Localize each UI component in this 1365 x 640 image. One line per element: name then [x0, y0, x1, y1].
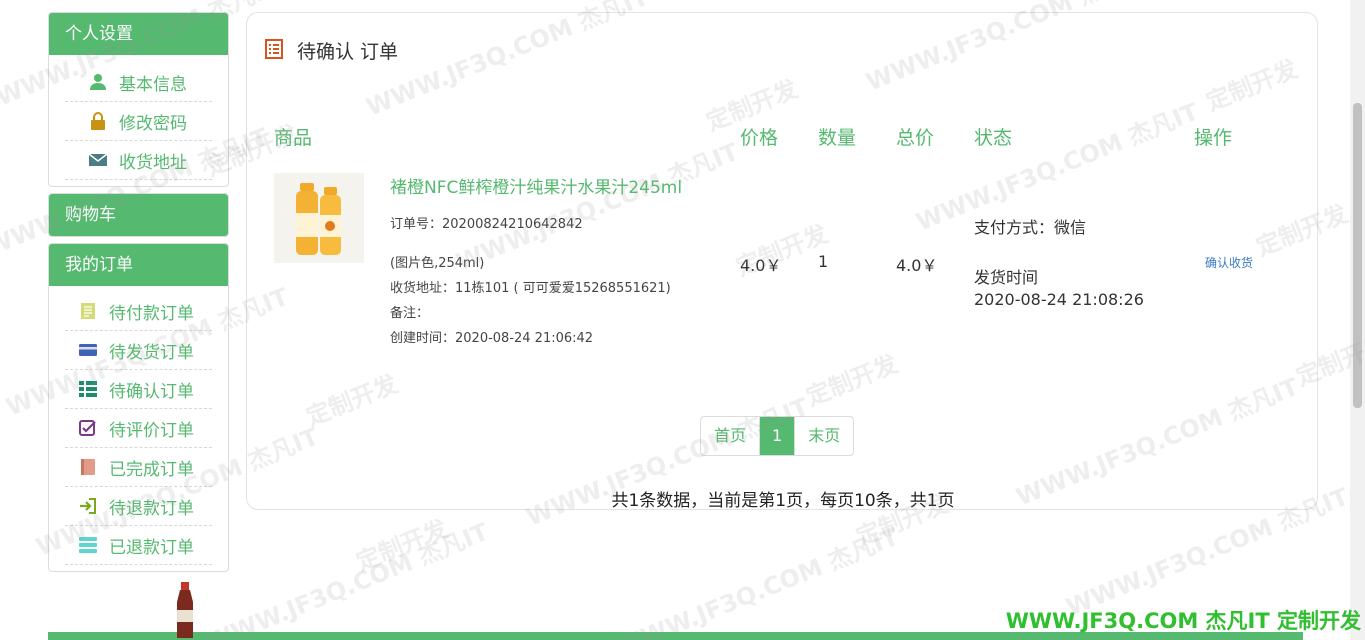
sidebar-item-label: 待退款订单	[109, 498, 194, 519]
sidebar-item-label: 已退款订单	[109, 537, 194, 558]
personal-settings-heading: 个人设置	[49, 13, 228, 55]
payment-method: 支付方式：微信	[974, 218, 1087, 237]
pagination-summary: 共1条数据，当前是第1页，每页10条，共1页	[611, 491, 955, 511]
sidebar-item-basic-info[interactable]: 基本信息	[65, 63, 212, 102]
column-header-price: 价格	[740, 127, 779, 149]
check-square-icon	[79, 419, 97, 437]
sidebar-item-pending-review[interactable]: 待评价订单	[65, 409, 212, 448]
sidebar-item-label: 收货地址	[119, 152, 187, 173]
product-name-link[interactable]: 褚橙NFC鲜榨橙汁纯果汁水果汁245ml	[390, 173, 682, 198]
sidebar-item-change-password[interactable]: 修改密码	[65, 102, 212, 141]
scrollbar-thumb[interactable]	[1353, 103, 1362, 408]
item-quantity: 1	[818, 252, 829, 271]
page-scrollbar[interactable]	[1350, 0, 1365, 640]
pagination: 首页 1 末页	[700, 416, 855, 456]
my-orders-heading: 我的订单	[49, 244, 228, 286]
sidebar-item-shipping-address[interactable]: 收货地址	[65, 141, 212, 180]
cart-panel[interactable]: 购物车	[48, 193, 229, 237]
list-icon	[79, 380, 97, 398]
watermark-text: WWW.JF3Q.COM 杰凡IT	[202, 517, 493, 640]
orders-main-panel: 待确认 订单 商品 价格 数量 总价 状态 操作 褚橙NFC鲜榨橙汁纯果汁水果汁…	[246, 12, 1318, 511]
credit-card-icon	[79, 341, 97, 359]
ship-time-label: 发货时间	[974, 268, 1039, 287]
column-header-quantity: 数量	[818, 127, 857, 149]
bottle-decoration	[170, 582, 200, 640]
item-total: 4.0￥	[896, 256, 938, 275]
column-header-action: 操作	[1194, 127, 1233, 149]
confirm-receipt-link[interactable]: 确认收货	[1205, 254, 1253, 271]
watermark-text: 定制开发	[352, 514, 452, 577]
sidebar-item-pending-payment[interactable]: 待付款订单	[65, 292, 212, 331]
sidebar-item-label: 待付款订单	[109, 303, 194, 324]
page-title: 待确认 订单	[265, 37, 398, 64]
envelope-icon	[89, 151, 107, 169]
pager-last-button[interactable]: 末页	[795, 417, 853, 455]
sidebar-item-label: 修改密码	[119, 113, 187, 134]
document-icon	[79, 302, 97, 320]
cart-heading[interactable]: 购物车	[49, 194, 228, 236]
sidebar-item-pending-shipment[interactable]: 待发货订单	[65, 331, 212, 370]
stack-icon	[79, 536, 97, 554]
pager-first-button[interactable]: 首页	[701, 417, 761, 455]
sidebar-item-label: 待评价订单	[109, 420, 194, 441]
column-header-status: 状态	[974, 127, 1013, 149]
sidebar-item-label: 基本信息	[119, 74, 187, 95]
product-spec: (图片色,254ml)	[390, 256, 485, 271]
sidebar-item-refunded[interactable]: 已退款订单	[65, 526, 212, 565]
my-orders-panel: 我的订单 待付款订单 待发货订单 待确认订单 待评价订单 已完成订单 待退款订单…	[48, 243, 229, 572]
ship-time-value: 2020-08-24 21:08:26	[974, 290, 1144, 309]
column-header-product: 商品	[274, 127, 313, 149]
sidebar-item-completed[interactable]: 已完成订单	[65, 448, 212, 487]
order-number: 订单号：20200824210642842	[390, 217, 583, 232]
pager-current-page[interactable]: 1	[760, 417, 796, 455]
item-price: 4.0￥	[740, 256, 782, 275]
column-header-total: 总价	[896, 127, 935, 149]
sidebar-item-label: 待发货订单	[109, 342, 194, 363]
order-remark: 备注：	[390, 306, 430, 321]
lock-icon	[89, 112, 107, 130]
list-alt-icon	[265, 38, 283, 63]
sidebar-item-pending-refund[interactable]: 待退款订单	[65, 487, 212, 526]
product-image[interactable]	[274, 173, 364, 263]
brand-watermark: WWW.JF3Q.COM 杰凡IT 定制开发	[1005, 609, 1361, 633]
sidebar: 个人设置 基本信息 修改密码 收货地址 购物车 我的订单 待付款订单 待发货订单…	[48, 12, 229, 578]
order-created-time: 创建时间：2020-08-24 21:06:42	[390, 331, 594, 346]
sidebar-item-pending-confirm[interactable]: 待确认订单	[65, 370, 212, 409]
sidebar-item-label: 待确认订单	[109, 381, 194, 402]
sidebar-item-label: 已完成订单	[109, 459, 194, 480]
watermark-text: WWW.JF3Q.COM 杰凡IT	[612, 522, 903, 640]
book-icon	[79, 458, 97, 476]
user-icon	[89, 73, 107, 91]
sign-in-icon	[79, 497, 97, 515]
page-title-text: 待确认 订单	[297, 41, 399, 63]
personal-settings-panel: 个人设置 基本信息 修改密码 收货地址	[48, 12, 229, 187]
shipping-address: 收货地址：11栋101 ( 可可爱爱15268551621)	[390, 281, 671, 296]
